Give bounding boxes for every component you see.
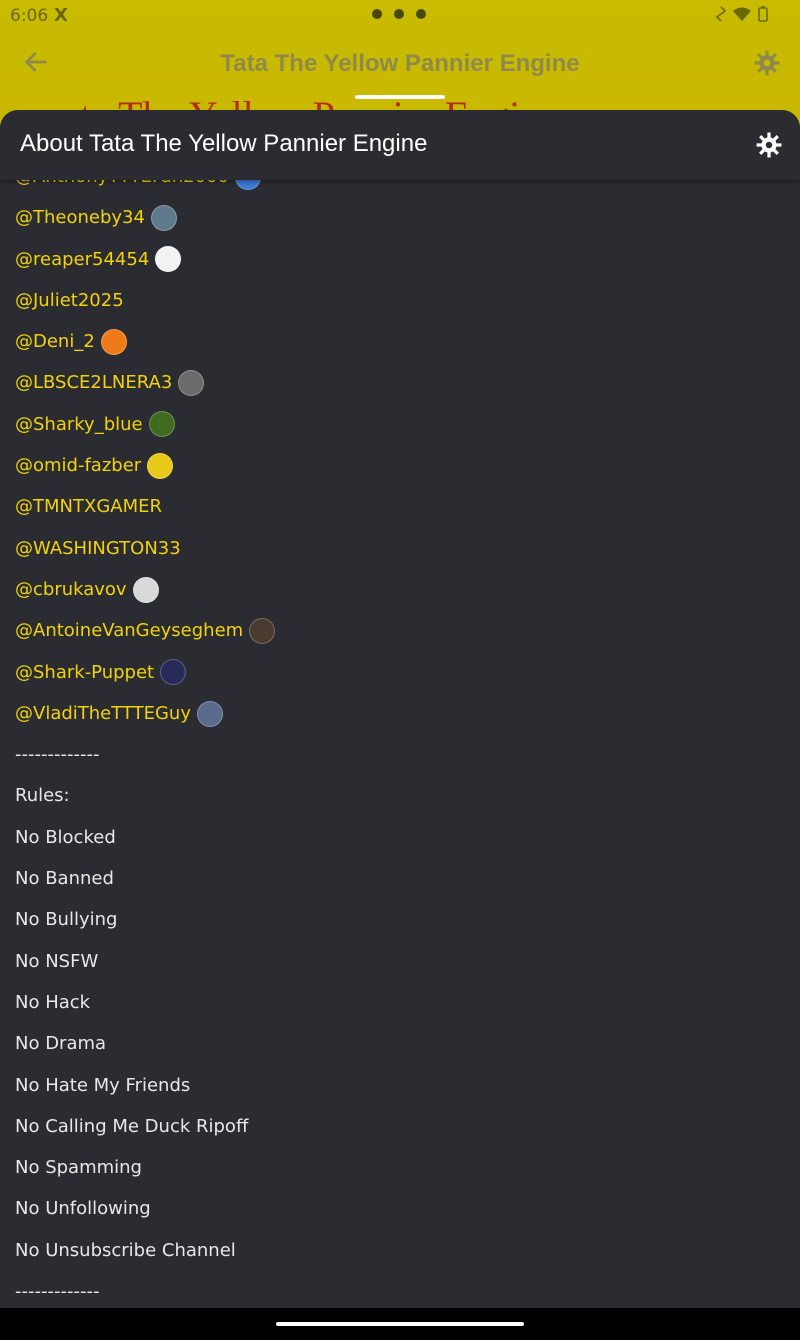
line-text: @cbrukavov <box>15 578 127 600</box>
line-text: Rules: <box>15 785 70 807</box>
text-line: ------------- <box>0 1271 800 1308</box>
line-text: @Deni_2 <box>15 331 95 353</box>
line-text: No Hack <box>15 991 91 1013</box>
text-line: No Spamming <box>0 1147 800 1188</box>
avatar <box>147 452 174 479</box>
text-line: No Drama <box>0 1023 800 1064</box>
text-line: No NSFW <box>0 941 800 982</box>
status-icons <box>716 6 768 22</box>
sheet-title: About Tata The Yellow Pannier Engine <box>20 130 428 157</box>
line-text: No Calling Me Duck Ripoff <box>15 1115 249 1137</box>
line-text: No NSFW <box>15 950 99 972</box>
avatar <box>155 246 182 273</box>
mention-link[interactable]: @cbrukavov <box>0 569 800 610</box>
text-line: ------------- <box>0 734 800 775</box>
text-line: No Hate My Friends <box>0 1065 800 1106</box>
mention-link[interactable]: @Juliet2025 <box>0 280 800 321</box>
line-text: No Unsubscribe Channel <box>15 1239 236 1261</box>
home-indicator[interactable] <box>276 1322 524 1326</box>
avatar <box>100 328 127 355</box>
line-text: ------------- <box>15 1281 100 1303</box>
line-text: @Shark-Puppet <box>15 661 155 683</box>
line-text: @Juliet2025 <box>15 289 124 311</box>
avatar <box>196 700 223 727</box>
line-text: @VladiTheTTTEGuy <box>15 702 191 724</box>
text-line: No Bullying <box>0 899 800 940</box>
wifi-icon <box>733 7 751 21</box>
line-text: No Drama <box>15 1033 107 1055</box>
text-line: No Unfollowing <box>0 1188 800 1229</box>
vibrate-icon <box>716 6 726 22</box>
mention-link[interactable]: @Deni_2 <box>0 321 800 362</box>
sheet-header: About Tata The Yellow Pannier Engine <box>0 110 800 180</box>
line-text: @omid-fazber <box>15 455 142 477</box>
text-line: No Calling Me Duck Ripoff <box>0 1106 800 1147</box>
line-text: @reaper54454 <box>15 248 150 270</box>
text-line: No Blocked <box>0 817 800 858</box>
line-text: @TMNTXGAMER <box>15 496 162 518</box>
mention-link[interactable]: @Theoneby34 <box>0 197 800 238</box>
line-text: ------------- <box>15 744 100 766</box>
avatar <box>148 411 175 438</box>
sheet-drag-handle[interactable] <box>355 95 445 99</box>
mention-link[interactable]: @reaper54454 <box>0 239 800 280</box>
text-line: No Unsubscribe Channel <box>0 1230 800 1271</box>
line-text: @LBSCE2LNERA3 <box>15 372 173 394</box>
battery-icon <box>758 6 768 22</box>
avatar <box>249 617 276 644</box>
mention-link[interactable]: @WASHINGTON33 <box>0 528 800 569</box>
line-text: No Hate My Friends <box>15 1074 191 1096</box>
gear-icon[interactable] <box>756 132 782 158</box>
line-text: No Banned <box>15 868 114 890</box>
mention-link[interactable]: @omid-fazber <box>0 445 800 486</box>
mention-link[interactable]: @Sharky_blue <box>0 404 800 445</box>
line-text: No Blocked <box>15 826 116 848</box>
mention-link[interactable]: @LBSCE2LNERA3 <box>0 362 800 403</box>
status-bar: 6:06 X <box>0 0 800 32</box>
about-content: @AnthonyTTTEFan2000@Theoneby34@reaper544… <box>0 156 800 1308</box>
line-text: @Theoneby34 <box>15 207 145 229</box>
mention-link[interactable]: @VladiTheTTTEGuy <box>0 693 800 734</box>
navigation-bar <box>0 1308 800 1340</box>
line-text: @AntoineVanGeyseghem <box>15 620 244 642</box>
status-time: 6:06 <box>10 6 49 26</box>
mention-link[interactable]: @Shark-Puppet <box>0 652 800 693</box>
background-page-title: Tata The Yellow Pannier Engine <box>220 50 580 77</box>
line-text: No Bullying <box>15 909 118 931</box>
text-line: No Banned <box>0 858 800 899</box>
mention-link[interactable]: @TMNTXGAMER <box>0 486 800 527</box>
background-gear-icon[interactable] <box>754 50 780 76</box>
about-sheet: About Tata The Yellow Pannier Engine @An… <box>0 110 800 1308</box>
text-line: Rules: <box>0 775 800 816</box>
line-text: @Sharky_blue <box>15 413 143 435</box>
avatar <box>160 659 187 686</box>
avatar <box>132 576 159 603</box>
camera-dots <box>372 9 426 19</box>
mention-link[interactable]: @AntoineVanGeyseghem <box>0 610 800 651</box>
avatar <box>150 204 177 231</box>
line-text: No Spamming <box>15 1157 142 1179</box>
line-text: @WASHINGTON33 <box>15 537 181 559</box>
text-line: No Hack <box>0 982 800 1023</box>
x-app-icon: X <box>54 5 68 26</box>
line-text: No Unfollowing <box>15 1198 151 1220</box>
avatar <box>178 370 205 397</box>
